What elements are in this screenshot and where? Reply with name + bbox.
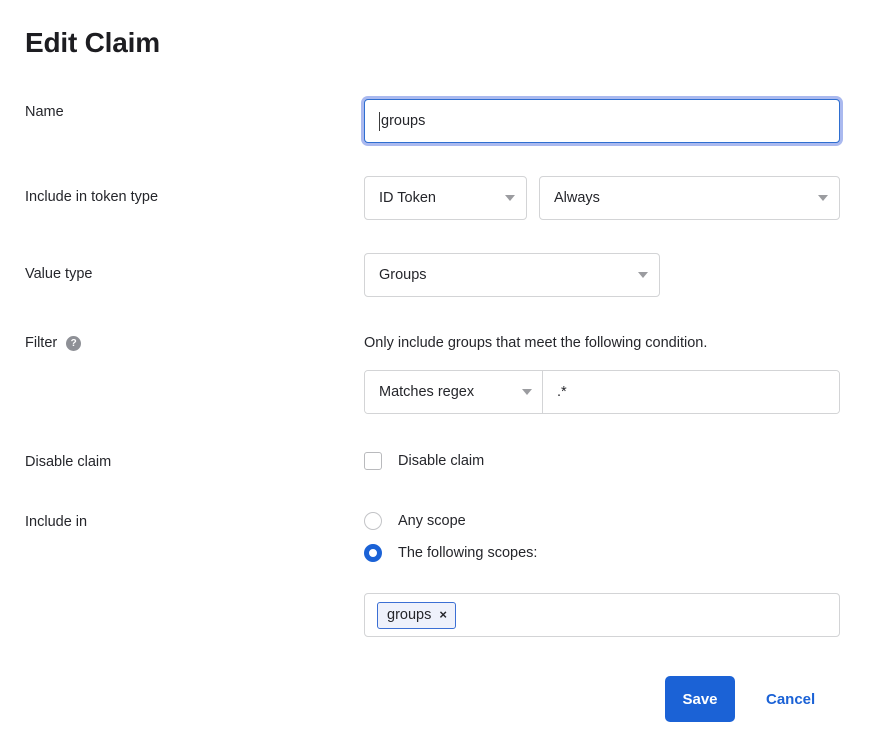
page-title: Edit Claim [25, 26, 160, 60]
filter-label: Filter? [25, 333, 81, 353]
token-type-select-value: ID Token [379, 190, 436, 206]
filter-description: Only include groups that meet the follow… [364, 333, 840, 353]
include-in-label: Include in [25, 512, 87, 532]
token-condition-select[interactable]: Always [539, 176, 840, 220]
name-input[interactable]: groups [364, 99, 840, 143]
include-in-token-type-label: Include in token type [25, 187, 158, 207]
value-type-select-value: Groups [379, 267, 427, 283]
include-in-option-any-scope[interactable]: Any scope [364, 511, 840, 531]
filter-label-text: Filter [25, 335, 57, 351]
token-condition-select-value: Always [554, 190, 600, 206]
filter-match-type-select[interactable]: Matches regex [365, 371, 543, 413]
radio-following-scopes[interactable] [364, 544, 382, 562]
disable-claim-checkbox-label: Disable claim [398, 451, 484, 471]
radio-following-scopes-label: The following scopes: [398, 543, 537, 563]
include-in-option-following-scopes[interactable]: The following scopes: [364, 543, 840, 563]
scope-chip-label: groups [387, 606, 431, 624]
edit-claim-form: Edit Claim Name groups Include in token … [0, 0, 869, 749]
help-icon[interactable]: ? [66, 336, 81, 351]
cancel-button[interactable]: Cancel [766, 691, 815, 708]
filter-pattern-value: .* [557, 384, 567, 400]
scopes-chip-input[interactable]: groups × [364, 593, 840, 637]
chevron-down-icon [505, 195, 515, 201]
text-cursor [379, 112, 380, 131]
chevron-down-icon [522, 389, 532, 395]
scope-chip[interactable]: groups × [377, 602, 456, 629]
filter-pattern-input[interactable]: .* [543, 371, 839, 413]
name-label: Name [25, 102, 64, 122]
chevron-down-icon [638, 272, 648, 278]
name-input-value: groups [381, 113, 425, 129]
form-actions: Save Cancel [665, 676, 815, 722]
disable-claim-checkbox[interactable] [364, 452, 382, 470]
disable-claim-label: Disable claim [25, 452, 111, 472]
chevron-down-icon [818, 195, 828, 201]
filter-condition-group: Matches regex .* [364, 370, 840, 414]
filter-match-type-value: Matches regex [379, 384, 474, 400]
radio-any-scope[interactable] [364, 512, 382, 530]
disable-claim-checkbox-row[interactable]: Disable claim [364, 451, 484, 471]
save-button[interactable]: Save [665, 676, 735, 722]
value-type-label: Value type [25, 264, 92, 284]
value-type-select[interactable]: Groups [364, 253, 660, 297]
close-icon[interactable]: × [439, 608, 447, 621]
token-type-select[interactable]: ID Token [364, 176, 527, 220]
radio-any-scope-label: Any scope [398, 511, 466, 531]
